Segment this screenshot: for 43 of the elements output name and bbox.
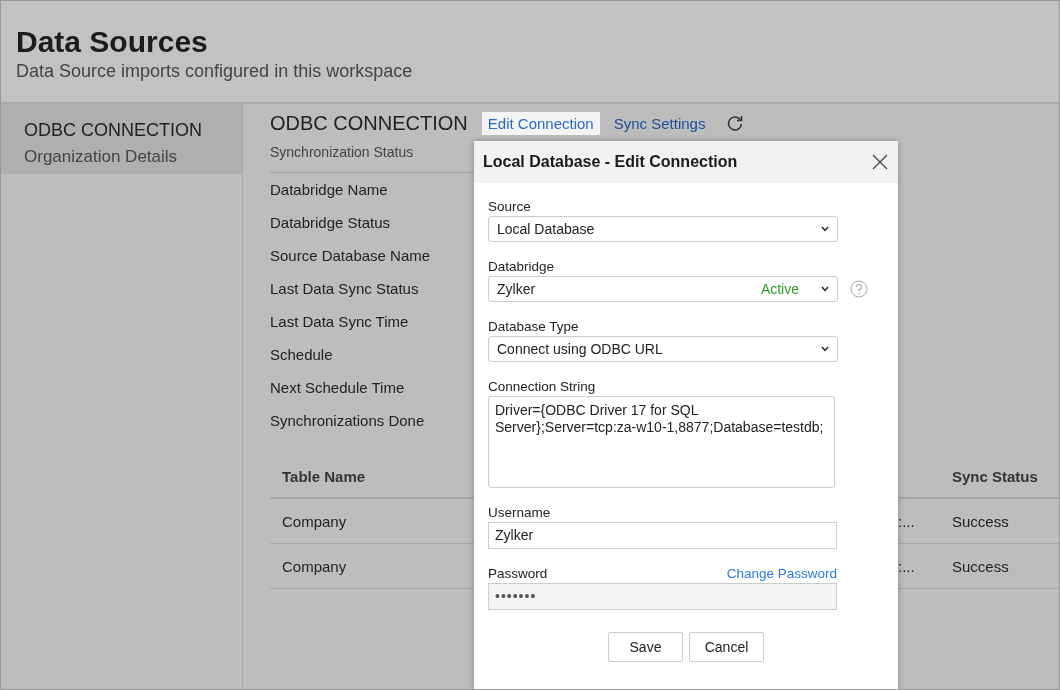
tab[interactable]: Edit Connection bbox=[481, 111, 600, 135]
chevron-icon bbox=[821, 226, 829, 232]
page-title: Data Sources bbox=[16, 25, 209, 59]
table-cell: Company bbox=[282, 557, 347, 575]
field-label: Source bbox=[488, 199, 531, 214]
dialog-button[interactable]: Save bbox=[608, 632, 683, 662]
change-password-link[interactable]: Change Password bbox=[726, 566, 837, 581]
detail-label: Schedule bbox=[270, 345, 333, 365]
select-field[interactable]: Zylker Active bbox=[488, 276, 838, 302]
select-field[interactable]: Connect using ODBC URL bbox=[488, 336, 838, 362]
username-field[interactable]: Zylker bbox=[488, 522, 837, 549]
field-label: Password bbox=[488, 566, 548, 581]
table-cell: Success bbox=[952, 512, 1009, 530]
tab[interactable]: Sync Settings bbox=[607, 111, 712, 135]
sidebar-item[interactable]: ODBC CONNECTION Organization Details bbox=[1, 104, 242, 174]
chevron-icon bbox=[821, 346, 829, 352]
table-cell: :... bbox=[898, 557, 915, 575]
select-field[interactable]: Local Database bbox=[488, 216, 838, 242]
detail-label: Synchronizations Done bbox=[270, 411, 425, 431]
page-subtitle: Data Source imports configured in this workspace bbox=[16, 61, 414, 82]
table-cell: Success bbox=[952, 557, 1009, 575]
connection-string-field[interactable]: Driver={ODBC Driver 17 for SQL Server};Server=tcp:za-w10-1,8877;Database=testdb; bbox=[488, 396, 835, 488]
field-label: Databridge bbox=[488, 259, 555, 274]
close-icon[interactable] bbox=[872, 154, 888, 170]
detail-label: Source Database Name bbox=[270, 246, 431, 266]
detail-label: Last Data Sync Time bbox=[270, 312, 409, 332]
status-text: Active bbox=[760, 281, 799, 297]
detail-label: Next Schedule Time bbox=[270, 378, 405, 398]
table-cell: Company bbox=[282, 512, 347, 530]
field-label: Database Type bbox=[488, 319, 579, 334]
dialog-title: Local Database - Edit Connection bbox=[483, 153, 738, 171]
chevron-icon bbox=[821, 286, 829, 292]
column-header: Table Name bbox=[282, 467, 366, 485]
detail-label: Databridge Name bbox=[270, 180, 388, 200]
password-field[interactable]: ••••••• bbox=[488, 583, 837, 610]
dialog-button[interactable]: Cancel bbox=[689, 632, 764, 662]
field-label: Connection String bbox=[488, 379, 596, 394]
detail-label: Databridge Status bbox=[270, 213, 391, 233]
column-header: Sync Status bbox=[952, 467, 1038, 485]
section-title: ODBC CONNECTION bbox=[270, 111, 468, 135]
detail-label: Last Data Sync Status bbox=[270, 279, 419, 299]
field-label: Username bbox=[488, 505, 551, 520]
table-cell: :... bbox=[898, 512, 915, 530]
